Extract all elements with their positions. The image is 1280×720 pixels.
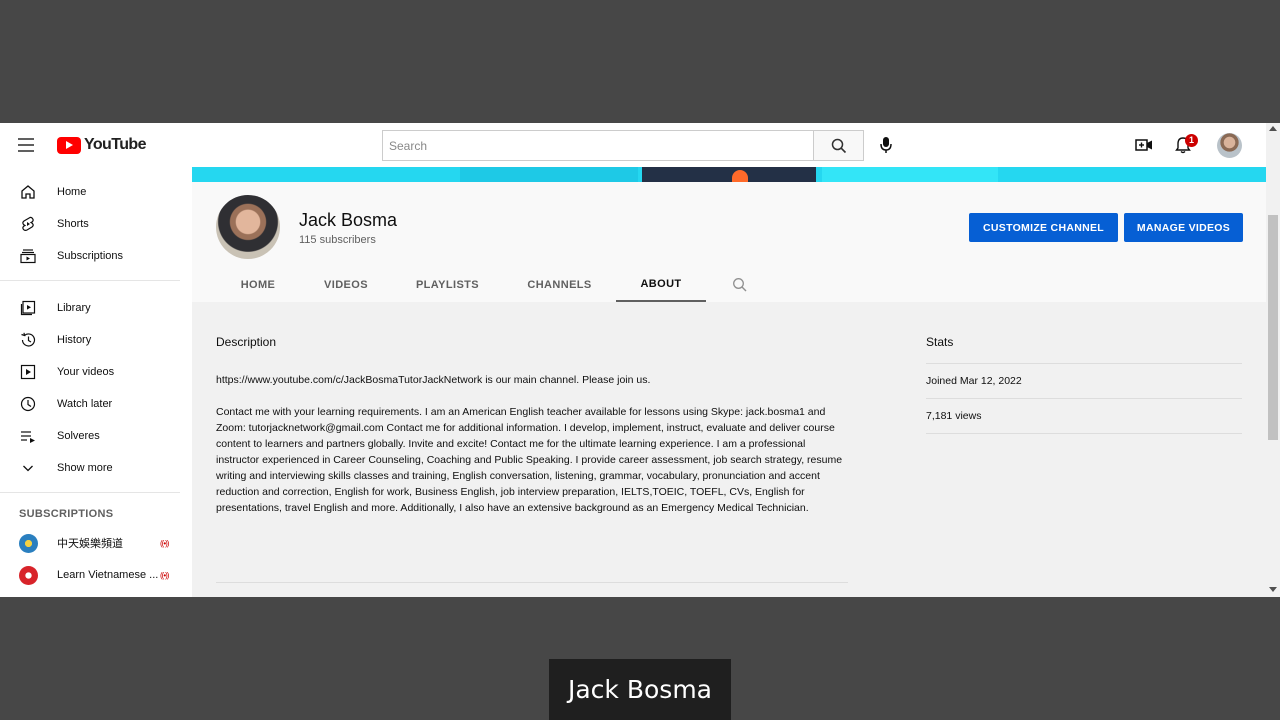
live-broadcast-icon: ((•)) <box>160 570 170 580</box>
description-paragraph: Contact me with your learning requiremen… <box>216 406 843 514</box>
stats-divider <box>926 433 1242 434</box>
subscription-item[interactable]: 中天娛樂頻道 ((•)) <box>0 527 180 559</box>
about-section: Description https://www.youtube.com/c/Ja… <box>192 302 1266 597</box>
search-input[interactable] <box>383 131 814 160</box>
youtube-logo[interactable]: YouTube <box>57 136 146 154</box>
channel-avatar <box>19 534 38 553</box>
watch-later-icon <box>20 396 36 412</box>
manage-videos-button[interactable]: MANAGE VIDEOS <box>1124 213 1243 242</box>
channel-name: Jack Bosma <box>299 210 398 230</box>
page-scrollbar[interactable] <box>1266 123 1280 597</box>
sidebar-item-playlist[interactable]: Solveres <box>0 420 180 452</box>
sidebar-item-library[interactable]: Library <box>0 292 180 324</box>
chevron-down-icon <box>20 460 36 476</box>
sidebar-item-subscriptions[interactable]: Subscriptions <box>0 240 180 272</box>
sidebar-item-shorts[interactable]: Shorts <box>0 208 180 240</box>
sidebar: Home Shorts Subscriptions Library Histor… <box>0 167 192 597</box>
subscription-name: 中天娛樂頻道 <box>57 538 123 550</box>
youtube-play-icon <box>57 136 81 154</box>
sidebar-show-more[interactable]: Show more <box>0 452 180 484</box>
view-count: 7,181 views <box>926 410 982 422</box>
name-caption: Jack Bosma <box>549 659 731 720</box>
history-icon <box>20 332 36 348</box>
channel-search-icon[interactable] <box>732 277 748 293</box>
subscription-name: Learn Vietnamese ... <box>57 569 159 581</box>
search-box[interactable] <box>382 130 814 161</box>
sidebar-item-label: Subscriptions <box>57 250 124 262</box>
channel-avatar <box>19 566 38 585</box>
your-videos-icon <box>20 364 36 380</box>
playlist-icon <box>20 428 36 444</box>
channel-banner <box>192 167 1266 182</box>
sidebar-item-label: Shorts <box>57 218 89 230</box>
tab-videos[interactable]: VIDEOS <box>300 268 392 302</box>
stats-divider <box>926 398 1242 399</box>
create-button[interactable] <box>1133 134 1155 156</box>
home-icon <box>20 184 36 200</box>
sidebar-divider <box>0 492 180 493</box>
joined-date: Joined Mar 12, 2022 <box>926 375 1022 387</box>
description-divider <box>216 582 848 583</box>
sidebar-item-your-videos[interactable]: Your videos <box>0 356 180 388</box>
stats-heading: Stats <box>926 335 954 349</box>
sidebar-item-watch-later[interactable]: Watch later <box>0 388 180 420</box>
sidebar-item-label: Watch later <box>57 398 113 410</box>
notification-badge: 1 <box>1185 134 1198 147</box>
channel-avatar[interactable] <box>216 195 280 259</box>
sidebar-item-label: Your videos <box>57 366 115 378</box>
subscription-item[interactable]: Learn Vietnamese ... ((•)) <box>0 559 180 591</box>
description-heading: Description <box>216 335 277 349</box>
description-paragraph: https://www.youtube.com/c/JackBosmaTutor… <box>216 374 651 386</box>
tab-channels[interactable]: CHANNELS <box>503 268 616 302</box>
sidebar-item-label: Library <box>57 302 91 314</box>
microphone-icon <box>880 137 892 153</box>
account-avatar[interactable] <box>1217 133 1242 158</box>
tab-about[interactable]: ABOUT <box>616 268 706 302</box>
shorts-icon <box>20 216 36 232</box>
subscriptions-heading: SUBSCRIPTIONS <box>19 508 114 520</box>
search-button[interactable] <box>813 130 864 161</box>
customize-channel-button[interactable]: CUSTOMIZE CHANNEL <box>969 213 1118 242</box>
live-broadcast-icon: ((•)) <box>160 538 170 548</box>
masthead: YouTube 1 <box>0 123 1266 167</box>
logo-text: YouTube <box>84 136 146 153</box>
scroll-thumb[interactable] <box>1268 215 1278 440</box>
tab-home[interactable]: HOME <box>216 268 300 302</box>
channel-header: Jack Bosma 115 subscribers CUSTOMIZE CHA… <box>192 182 1266 302</box>
subscriber-count: 115 subscribers <box>299 234 376 246</box>
sidebar-item-label: History <box>57 334 92 346</box>
sidebar-item-label: Home <box>57 186 87 198</box>
library-icon <box>20 300 36 316</box>
sidebar-item-label: Show more <box>57 462 113 474</box>
video-camera-plus-icon <box>1135 139 1152 151</box>
browser-viewport: YouTube 1 Home Shorts Subsc <box>0 123 1280 597</box>
scroll-down-arrow[interactable] <box>1269 587 1277 592</box>
tab-playlists[interactable]: PLAYLISTS <box>392 268 503 302</box>
sidebar-item-home[interactable]: Home <box>0 176 180 208</box>
sidebar-item-history[interactable]: History <box>0 324 180 356</box>
sidebar-item-label: Solveres <box>57 430 100 442</box>
subscriptions-icon <box>20 248 36 264</box>
search-icon <box>831 138 846 153</box>
voice-search-button[interactable] <box>874 133 898 157</box>
sidebar-divider <box>0 280 180 281</box>
scroll-up-arrow[interactable] <box>1269 126 1277 131</box>
stats-divider <box>926 363 1242 364</box>
menu-icon[interactable] <box>18 135 38 155</box>
